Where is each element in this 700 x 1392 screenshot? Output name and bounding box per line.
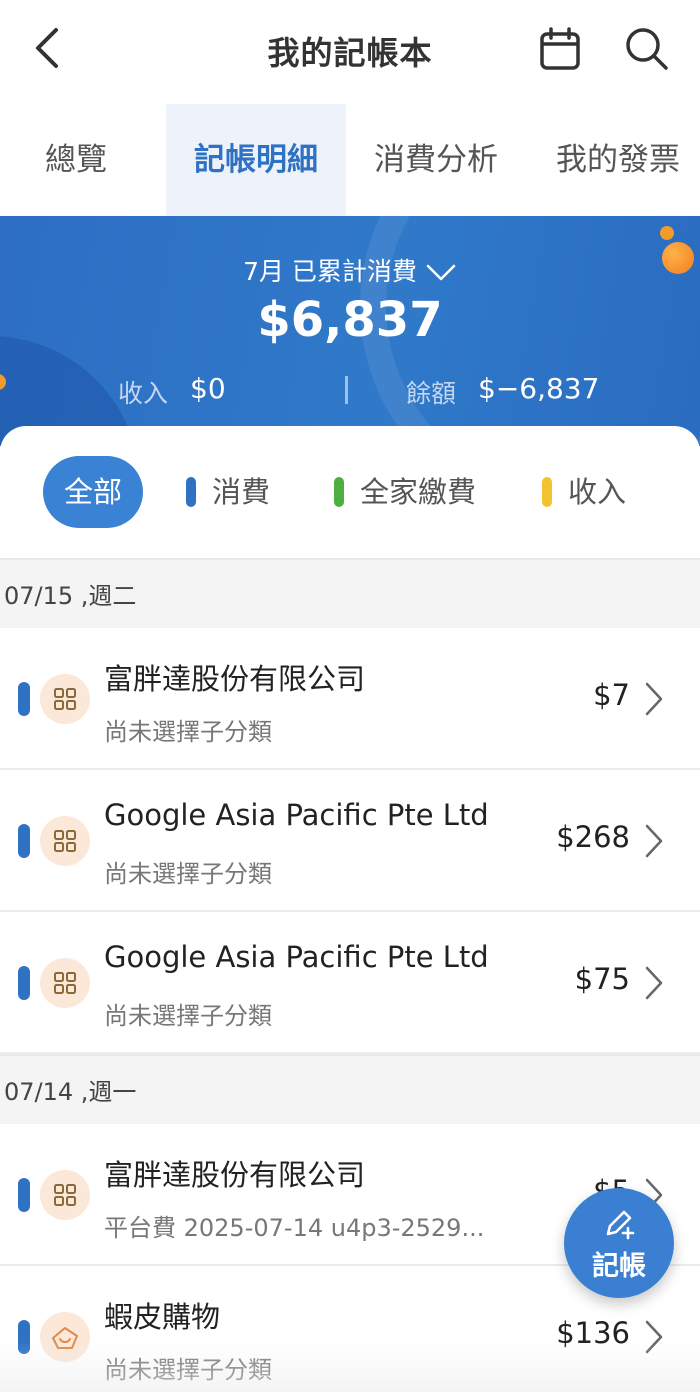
filter-income-chip[interactable]: 收入 [542,456,626,528]
filter-bar: 全部 消費 全家繳費 收入 [0,426,700,560]
balance-value: $−6,837 [478,372,600,405]
tab-analysis[interactable]: 消費分析 [346,104,526,216]
decor-dot [660,226,674,240]
total-spending: $6,837 [257,292,443,348]
income-value: $0 [190,372,226,405]
income-label: 收入 [118,379,169,408]
balance-label: 餘額 [406,379,457,408]
chip-label: 收入 [568,475,627,509]
category-color-marker [18,682,30,716]
page-title: 我的記帳本 [267,34,433,72]
category-grid-icon [40,958,90,1008]
tab-overview[interactable]: 總覽 [0,104,152,216]
tab-invoices[interactable]: 我的發票 [536,104,700,216]
category-color-marker [18,966,30,1000]
subcategory-text: 尚未選擇子分類 [104,718,272,746]
add-record-button[interactable]: 記帳 [564,1188,674,1298]
filter-spending-chip[interactable]: 消費 [186,456,270,528]
month-selector[interactable]: 7月 已累計消費 [0,252,700,288]
chevron-right-icon [645,1320,663,1354]
chevron-down-icon [426,264,456,281]
category-grid-icon [40,1170,90,1220]
merchant-name: 蝦皮購物 [104,1300,221,1334]
merchant-name: Google Asia Pacific Pte Ltd [104,798,489,832]
amount: $7 [593,678,630,712]
amount: $75 [574,962,630,996]
category-grid-icon [40,816,90,866]
subcategory-text: 平台費 2025-07-14 u4p3-2529... [104,1214,485,1242]
amount: $268 [556,820,630,854]
calendar-icon[interactable] [538,26,582,72]
category-grid-icon [40,674,90,724]
date-header: 07/15 ,週二 [0,558,700,628]
subcategory-text: 尚未選擇子分類 [104,1002,272,1030]
chip-label: 全家繳費 [360,475,477,509]
chip-label: 消費 [212,475,271,509]
color-marker [542,477,552,507]
month-label: 7月 已累計消費 [243,257,417,286]
date-header: 07/14 ,週一 [0,1054,700,1124]
category-color-marker [18,824,30,858]
chevron-right-icon [645,682,663,716]
tab-bar: 總覽 記帳明細 消費分析 我的發票 [0,104,700,216]
category-color-marker [18,1320,30,1354]
divider [345,376,348,404]
tab-records[interactable]: 記帳明細 [166,104,346,216]
filter-family-payment-chip[interactable]: 全家繳費 [334,456,476,528]
category-color-marker [18,1178,30,1212]
amount: $136 [556,1316,630,1350]
shopping-bag-icon [40,1312,90,1362]
top-bar: 我的記帳本 [0,0,700,100]
list-item[interactable]: Google Asia Pacific Pte Ltd 尚未選擇子分類 $268 [0,770,700,912]
color-marker [334,477,344,507]
filter-all-chip[interactable]: 全部 [43,456,143,528]
subcategory-text: 尚未選擇子分類 [104,860,272,888]
list-item[interactable]: Google Asia Pacific Pte Ltd 尚未選擇子分類 $75 [0,912,700,1054]
search-icon[interactable] [622,24,670,72]
merchant-name: Google Asia Pacific Pte Ltd [104,940,489,974]
list-item[interactable]: 富胖達股份有限公司 尚未選擇子分類 $7 [0,628,700,770]
subcategory-text: 尚未選擇子分類 [104,1356,272,1384]
add-record-label: 記帳 [592,1251,646,1282]
merchant-name: 富胖達股份有限公司 [104,662,366,696]
edit-pen-icon [606,1210,635,1240]
merchant-name: 富胖達股份有限公司 [104,1158,366,1192]
chevron-right-icon [645,966,663,1000]
chevron-right-icon [645,824,663,858]
color-marker [186,477,196,507]
